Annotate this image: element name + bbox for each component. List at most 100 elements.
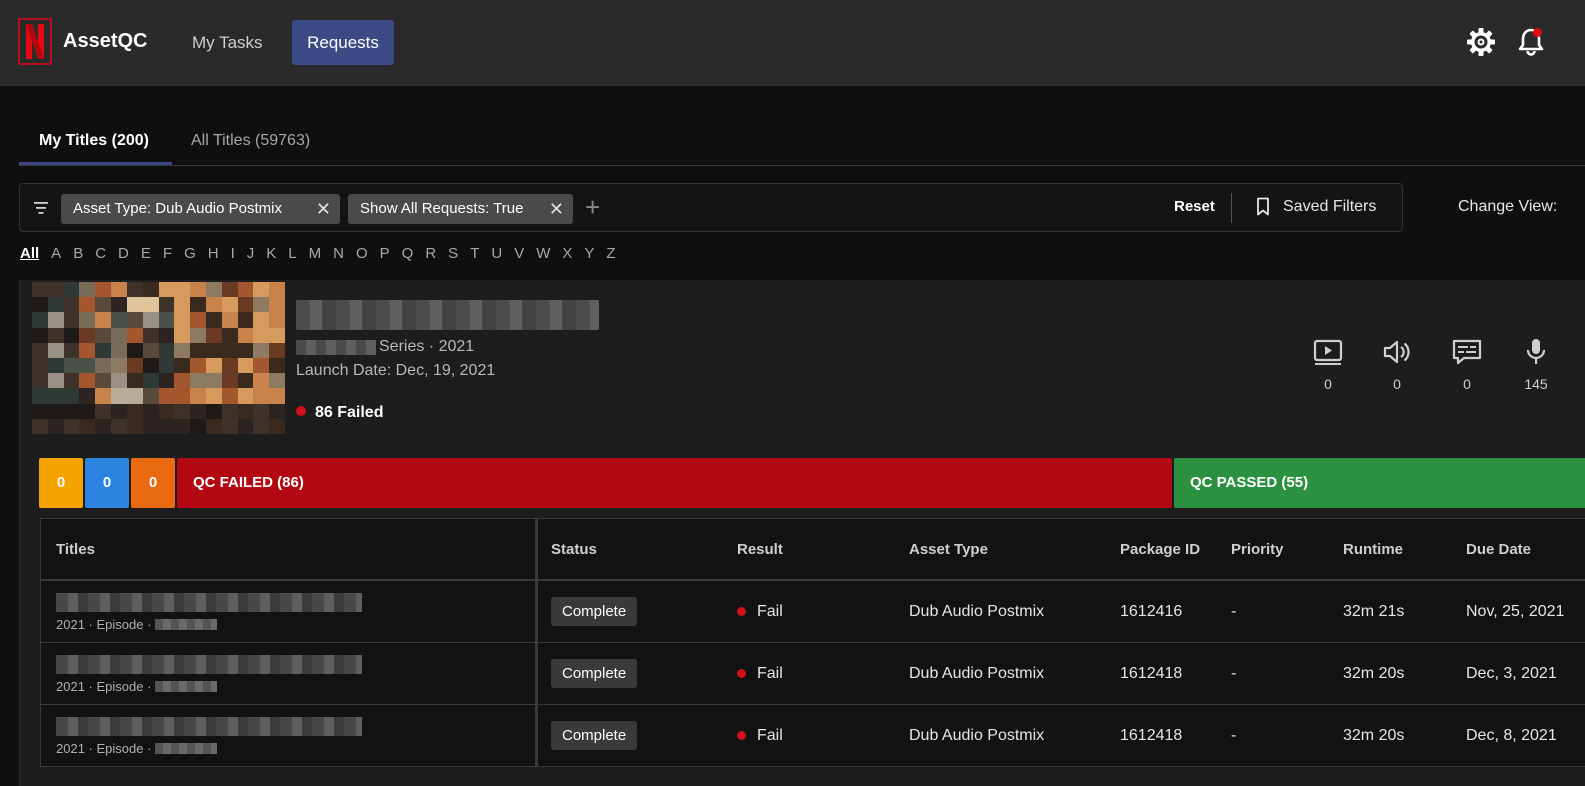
- title-thumbnail[interactable]: [32, 282, 285, 434]
- alphabet-letter[interactable]: Y: [584, 245, 594, 262]
- header-result[interactable]: Result: [737, 519, 783, 579]
- episode-meta-label: 2021 · Episode ·: [56, 679, 152, 694]
- column-resize-handle[interactable]: [535, 705, 538, 766]
- episode-meta-label: 2021 · Episode ·: [56, 617, 152, 632]
- alphabet-letter[interactable]: J: [247, 245, 255, 262]
- gear-icon[interactable]: [1465, 26, 1497, 58]
- alphabet-letter[interactable]: D: [118, 245, 129, 262]
- result-cell: Fail: [737, 705, 783, 766]
- asset-type-cell: Dub Audio Postmix: [909, 602, 1045, 620]
- nav-my-tasks[interactable]: My Tasks: [178, 20, 277, 65]
- alphabet-letter[interactable]: K: [266, 245, 276, 262]
- alphabet-letter[interactable]: P: [380, 245, 390, 262]
- header-titles[interactable]: Titles: [56, 519, 95, 579]
- result-label: Fail: [757, 726, 783, 744]
- saved-filters-button[interactable]: Saved Filters: [1283, 198, 1376, 216]
- tab-my-titles[interactable]: My Titles (200): [39, 132, 149, 150]
- alphabet-letter[interactable]: H: [208, 245, 219, 262]
- reset-button[interactable]: Reset: [1174, 198, 1215, 215]
- change-view-label[interactable]: Change View:: [1458, 198, 1557, 216]
- priority-cell: -: [1231, 664, 1237, 682]
- nav-requests[interactable]: Requests: [292, 20, 394, 65]
- table-row[interactable]: 2021 · Episode · Complete Fail Dub Audio Po…: [41, 643, 1585, 705]
- tab-divider: [19, 165, 1585, 166]
- status-badge: Complete: [551, 597, 638, 626]
- launch-date: Launch Date: Dec, 19, 2021: [296, 362, 496, 379]
- bell-icon[interactable]: [1515, 26, 1547, 58]
- qc-progress-bar: 0 0 0 QC FAILED (86) QC PASSED (55): [39, 458, 1585, 508]
- package-id-cell: 1612418: [1120, 664, 1183, 682]
- alphabet-letter[interactable]: V: [514, 245, 524, 262]
- app-title[interactable]: AssetQC: [63, 30, 147, 53]
- header-runtime[interactable]: Runtime: [1343, 519, 1403, 579]
- filter-chip-asset-type[interactable]: Asset Type: Dub Audio Postmix ✕: [61, 194, 340, 224]
- requests-table: Titles Status Result Asset Type Package …: [40, 518, 1585, 767]
- column-resize-handle[interactable]: [535, 519, 538, 579]
- alphabet-letter[interactable]: A: [51, 245, 61, 262]
- table-header-row: Titles Status Result Asset Type Package …: [41, 519, 1585, 581]
- runtime-cell: 32m 21s: [1343, 602, 1405, 620]
- bookmark-icon[interactable]: [1256, 197, 1270, 216]
- filter-list-icon[interactable]: [33, 199, 51, 217]
- alphabet-letter[interactable]: B: [73, 245, 83, 262]
- alphabet-letter[interactable]: U: [491, 245, 502, 262]
- header-package-id[interactable]: Package ID: [1120, 519, 1200, 579]
- alphabet-letter[interactable]: R: [425, 245, 436, 262]
- due-date-cell: Dec, 8, 2021: [1466, 726, 1557, 744]
- header-due-date[interactable]: Due Date: [1466, 519, 1531, 579]
- due-date-cell: Dec, 3, 2021: [1466, 664, 1557, 682]
- alphabet-letter[interactable]: M: [309, 245, 322, 262]
- alphabet-letter[interactable]: C: [95, 245, 106, 262]
- redacted-episode-title: [56, 593, 362, 612]
- progress-segment-pending[interactable]: 0: [39, 458, 83, 508]
- alphabet-letter[interactable]: T: [470, 245, 479, 262]
- video-count: 0: [1324, 376, 1332, 392]
- alphabet-letter[interactable]: O: [356, 245, 368, 262]
- table-row[interactable]: 2021 · Episode · Complete Fail Dub Audio Po…: [41, 705, 1585, 767]
- alphabet-letter[interactable]: G: [184, 245, 196, 262]
- progress-segment-warning[interactable]: 0: [131, 458, 175, 508]
- alphabet-letter[interactable]: S: [448, 245, 458, 262]
- title-meta: Series · 2021: [379, 338, 475, 355]
- alphabet-letter[interactable]: F: [163, 245, 172, 262]
- alphabet-letter[interactable]: All: [20, 245, 39, 262]
- filter-divider: [1231, 193, 1232, 223]
- column-resize-handle[interactable]: [535, 581, 538, 642]
- progress-segment-in-progress[interactable]: 0: [85, 458, 129, 508]
- alphabet-letter[interactable]: L: [288, 245, 296, 262]
- alphabet-letter[interactable]: W: [536, 245, 550, 262]
- redacted-episode-name: [155, 681, 218, 692]
- alphabet-letter[interactable]: N: [333, 245, 344, 262]
- filter-chip-label: Asset Type: Dub Audio Postmix: [73, 200, 282, 217]
- filter-chip-show-all[interactable]: Show All Requests: True ✕: [348, 194, 573, 224]
- table-row[interactable]: 2021 · Episode · Complete Fail Dub Audio Po…: [41, 581, 1585, 643]
- progress-segment-qc-failed[interactable]: QC FAILED (86): [177, 458, 1172, 508]
- header-priority[interactable]: Priority: [1231, 519, 1284, 579]
- tab-all-titles[interactable]: All Titles (59763): [191, 132, 310, 150]
- status-badge: Complete: [551, 721, 638, 750]
- close-icon[interactable]: ✕: [316, 194, 331, 224]
- netflix-logo-icon[interactable]: [18, 18, 52, 65]
- column-resize-handle[interactable]: [535, 643, 538, 704]
- audio-count: 0: [1393, 376, 1401, 392]
- audio-icon: [1381, 337, 1413, 367]
- runtime-cell: 32m 20s: [1343, 726, 1405, 744]
- result-cell: Fail: [737, 581, 783, 642]
- alphabet-letter[interactable]: Q: [402, 245, 414, 262]
- alphabet-letter[interactable]: E: [141, 245, 151, 262]
- asset-type-cell: Dub Audio Postmix: [909, 664, 1045, 682]
- priority-cell: -: [1231, 602, 1237, 620]
- episode-meta: 2021 · Episode ·: [56, 617, 218, 632]
- header-status[interactable]: Status: [551, 519, 597, 579]
- add-filter-icon[interactable]: +: [585, 192, 600, 222]
- package-id-cell: 1612418: [1120, 726, 1183, 744]
- title-card: Series · 2021 Launch Date: Dec, 19, 2021…: [19, 280, 1585, 786]
- header-asset-type[interactable]: Asset Type: [909, 519, 988, 579]
- alphabet-letter[interactable]: I: [231, 245, 235, 262]
- alphabet-letter[interactable]: Z: [606, 245, 615, 262]
- fail-dot-icon: [737, 607, 746, 616]
- close-icon[interactable]: ✕: [549, 194, 564, 224]
- runtime-cell: 32m 20s: [1343, 664, 1405, 682]
- progress-segment-qc-passed[interactable]: QC PASSED (55): [1174, 458, 1585, 508]
- alphabet-letter[interactable]: X: [562, 245, 572, 262]
